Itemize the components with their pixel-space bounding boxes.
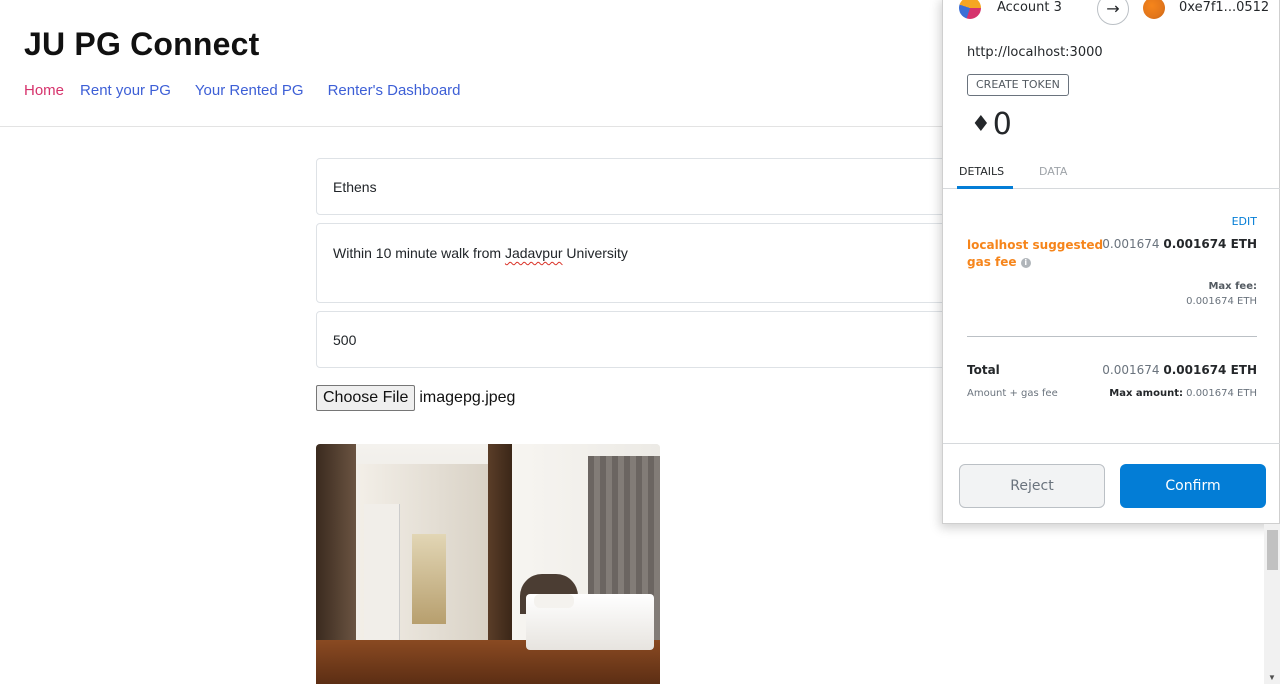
max-amount-label: Max amount:	[1109, 388, 1183, 399]
reject-button[interactable]: Reject	[959, 464, 1105, 508]
confirm-button[interactable]: Confirm	[1120, 464, 1266, 508]
nav-renters-dashboard[interactable]: Renter's Dashboard	[328, 82, 461, 99]
metamask-popup: Account 3 → 0xe7f1...0512 http://localho…	[942, 0, 1280, 524]
max-fee-value: 0.001674 ETH	[1186, 296, 1257, 307]
gas-fee-value-eth: 0.001674 ETH	[1163, 237, 1257, 251]
recipient-avatar-icon	[1143, 0, 1165, 19]
pg-image-preview	[316, 444, 660, 684]
nav-rent-your-pg[interactable]: Rent your PG	[80, 82, 171, 99]
description-text-prefix: Within 10 minute walk from	[333, 245, 505, 261]
info-icon[interactable]: i	[1020, 257, 1031, 268]
main-nav: Home Rent your PG Your Rented PG Renter'…	[24, 82, 485, 99]
footer-divider	[943, 443, 1280, 444]
ethereum-icon: ♦	[971, 112, 991, 137]
total-value-eth: 0.001674 ETH	[1163, 363, 1257, 377]
transaction-amount: ♦ 0	[971, 107, 1012, 142]
pg-price-value: 500	[333, 332, 357, 348]
edit-gas-link[interactable]: EDIT	[1232, 215, 1257, 228]
arrow-right-icon: →	[1097, 0, 1129, 25]
gas-fee-values: 0.001674 0.001674 ETH	[1102, 237, 1257, 251]
tab-data[interactable]: DATA	[1039, 165, 1067, 178]
metamask-tabs: DETAILS DATA	[943, 155, 1280, 189]
create-token-button[interactable]: CREATE TOKEN	[967, 74, 1069, 96]
nav-home[interactable]: Home	[24, 82, 64, 99]
amount-plus-gas-label: Amount + gas fee	[967, 388, 1058, 399]
tab-details[interactable]: DETAILS	[959, 165, 1004, 178]
scroll-down-arrow-icon[interactable]: ▼	[1268, 673, 1276, 682]
page-scrollbar[interactable]: ▼	[1264, 524, 1280, 684]
description-misspelled-word: Jadavpur	[504, 245, 563, 261]
scrollbar-thumb[interactable]	[1267, 530, 1278, 570]
file-picker: Choose File imagepg.jpeg	[316, 385, 515, 411]
selected-file-name: imagepg.jpeg	[419, 389, 516, 406]
active-tab-indicator	[957, 186, 1013, 189]
pg-name-value: Ethens	[333, 179, 377, 195]
gas-fee-label: localhost suggested gas fee i	[967, 237, 1107, 271]
max-amount: Max amount: 0.001674 ETH	[1109, 388, 1257, 399]
total-values: 0.001674 0.001674 ETH	[1102, 363, 1257, 377]
nav-your-rented-pg[interactable]: Your Rented PG	[195, 82, 304, 99]
pg-description-textarea[interactable]: Within 10 minute walk from Jadavpur Univ…	[316, 223, 976, 303]
request-origin: http://localhost:3000	[967, 45, 1103, 60]
site-title: JU PG Connect	[24, 26, 260, 62]
total-value: 0.001674	[1102, 363, 1160, 377]
pg-price-input[interactable]: 500	[316, 311, 976, 368]
amount-value: 0	[992, 107, 1012, 142]
account-name: Account 3	[997, 0, 1062, 15]
max-fee-label: Max fee:	[1208, 281, 1257, 292]
total-label: Total	[967, 363, 1000, 377]
pg-name-input[interactable]: Ethens	[316, 158, 976, 215]
totals-divider	[967, 336, 1257, 337]
gas-fee-label-text: localhost suggested gas fee	[967, 238, 1104, 269]
recipient-address[interactable]: 0xe7f1...0512	[1179, 0, 1269, 15]
gas-fee-value: 0.001674	[1102, 237, 1160, 251]
metamask-account-bar: Account 3 → 0xe7f1...0512	[943, 0, 1280, 25]
choose-file-button[interactable]: Choose File	[316, 385, 416, 411]
max-amount-value: 0.001674 ETH	[1186, 388, 1257, 399]
description-text-suffix: University	[562, 245, 628, 261]
account-avatar-icon	[959, 0, 981, 19]
